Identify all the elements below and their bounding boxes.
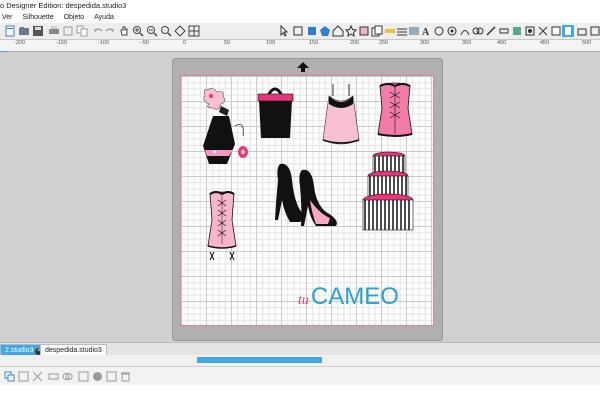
group-icon[interactable] [4, 371, 15, 382]
design-page-icon[interactable] [562, 25, 574, 37]
fill-color-icon[interactable] [384, 25, 396, 37]
offset-icon[interactable] [433, 25, 445, 37]
ruler-tick: 300 [420, 40, 430, 46]
handbag-design[interactable] [257, 80, 294, 140]
window-title: o Designer Edition: despedida.studio3 [0, 1, 127, 10]
ruler-tick: -50 [141, 40, 149, 46]
ruler-tick: -150 [56, 40, 68, 46]
tu-cameo-logo: tuCAMEO [298, 283, 399, 311]
ruler-tick: 450 [540, 40, 550, 46]
star-icon[interactable] [345, 25, 357, 37]
redo-icon[interactable] [104, 25, 116, 37]
pentagon-icon[interactable] [319, 25, 331, 37]
eraser-icon[interactable] [498, 25, 510, 37]
scrollbar-thumb[interactable] [197, 357, 322, 363]
svg-text:A: A [422, 27, 430, 37]
perfume-bottle-design[interactable] [199, 86, 249, 168]
save-icon[interactable] [32, 25, 44, 37]
document-tabs: 2.studio3 × despedida.studio3 [0, 342, 600, 356]
grid-icon[interactable] [188, 25, 200, 37]
logo-prefix: tu [298, 293, 309, 308]
pan-icon[interactable] [118, 25, 130, 37]
tab-label: despedida.studio3 [45, 347, 102, 354]
menu-item-ver[interactable]: Ver [2, 12, 13, 23]
ruler-tick: 50 [224, 40, 231, 46]
text-style-icon[interactable] [408, 25, 420, 37]
logo-text: CAMEO [310, 283, 399, 310]
high-heels-design[interactable] [270, 160, 344, 230]
menu-item-ayuda[interactable]: Ayuda [94, 12, 114, 23]
ruler-tick: 250 [379, 40, 389, 46]
ruler-tick: 150 [309, 40, 319, 46]
copy-icon[interactable] [76, 25, 88, 37]
menu-item-silhouette[interactable]: Silhouette [22, 12, 53, 23]
corset-design-left[interactable] [202, 190, 242, 264]
align-icon[interactable] [472, 25, 484, 37]
text-icon[interactable]: A [420, 25, 432, 37]
title-bar: o Designer Edition: despedida.studio3 [0, 0, 600, 12]
link-icon[interactable] [62, 371, 73, 382]
hatbox-stack-design[interactable] [362, 150, 414, 238]
bottom-toolbar [0, 366, 600, 386]
top-ruler: -200 -150 -100 -50 0 50 100 150 200 250 … [0, 40, 600, 52]
weld-icon[interactable] [78, 371, 89, 382]
zoom-select-icon[interactable] [174, 25, 186, 37]
menu-item-objeto[interactable]: Objeto [64, 12, 85, 23]
ruler-tick: 0 [183, 40, 187, 46]
replicate-icon[interactable] [446, 25, 458, 37]
ruler-tick: 100 [266, 40, 276, 46]
shape-icon[interactable] [306, 25, 318, 37]
release-compound-icon[interactable] [48, 371, 59, 382]
circle-icon[interactable] [92, 371, 103, 382]
page-icon[interactable] [106, 371, 117, 382]
undo-icon[interactable] [92, 25, 104, 37]
library-icon[interactable] [589, 25, 600, 37]
edit-points-icon[interactable] [292, 25, 304, 37]
stack-icon[interactable] [358, 25, 370, 37]
ruler-tick: 200 [350, 40, 360, 46]
ruler-tick: -200 [14, 40, 26, 46]
trash-icon[interactable] [120, 371, 131, 382]
cut-icon[interactable] [62, 25, 74, 37]
compound-icon[interactable] [32, 371, 43, 382]
load-direction-arrow-icon [297, 62, 309, 72]
main-toolbar: A [0, 23, 600, 40]
zoom-in-icon[interactable] [132, 25, 144, 37]
ruler-tick: 350 [462, 40, 472, 46]
open-icon[interactable] [18, 25, 30, 37]
line-color-icon[interactable] [396, 25, 408, 37]
tab-label: 2.studio3 [5, 347, 34, 354]
pages-icon[interactable] [371, 25, 383, 37]
home-icon[interactable] [332, 25, 344, 37]
print-cut-icon[interactable] [524, 25, 536, 37]
ungroup-icon[interactable] [18, 371, 29, 382]
cut-settings-icon[interactable] [537, 25, 549, 37]
ruler-tick: 400 [497, 40, 507, 46]
knife-icon[interactable] [485, 25, 497, 37]
new-icon[interactable] [4, 25, 16, 37]
ruler-tick: -100 [98, 40, 110, 46]
menu-bar: Ver Silhouette Objeto Ayuda [0, 12, 600, 23]
store-icon[interactable] [576, 25, 588, 37]
send-icon[interactable] [550, 25, 562, 37]
ruler-tick: 500 [582, 40, 592, 46]
bottom-area [0, 385, 600, 400]
zoom-out-icon[interactable] [146, 25, 158, 37]
select-tool-icon[interactable] [278, 25, 290, 37]
chemise-design[interactable] [319, 82, 363, 146]
trace-icon[interactable] [511, 25, 523, 37]
zoom-fit-icon[interactable] [160, 25, 172, 37]
print-icon[interactable] [48, 25, 60, 37]
modify-icon[interactable] [459, 25, 471, 37]
corset-design-top[interactable] [374, 78, 416, 140]
